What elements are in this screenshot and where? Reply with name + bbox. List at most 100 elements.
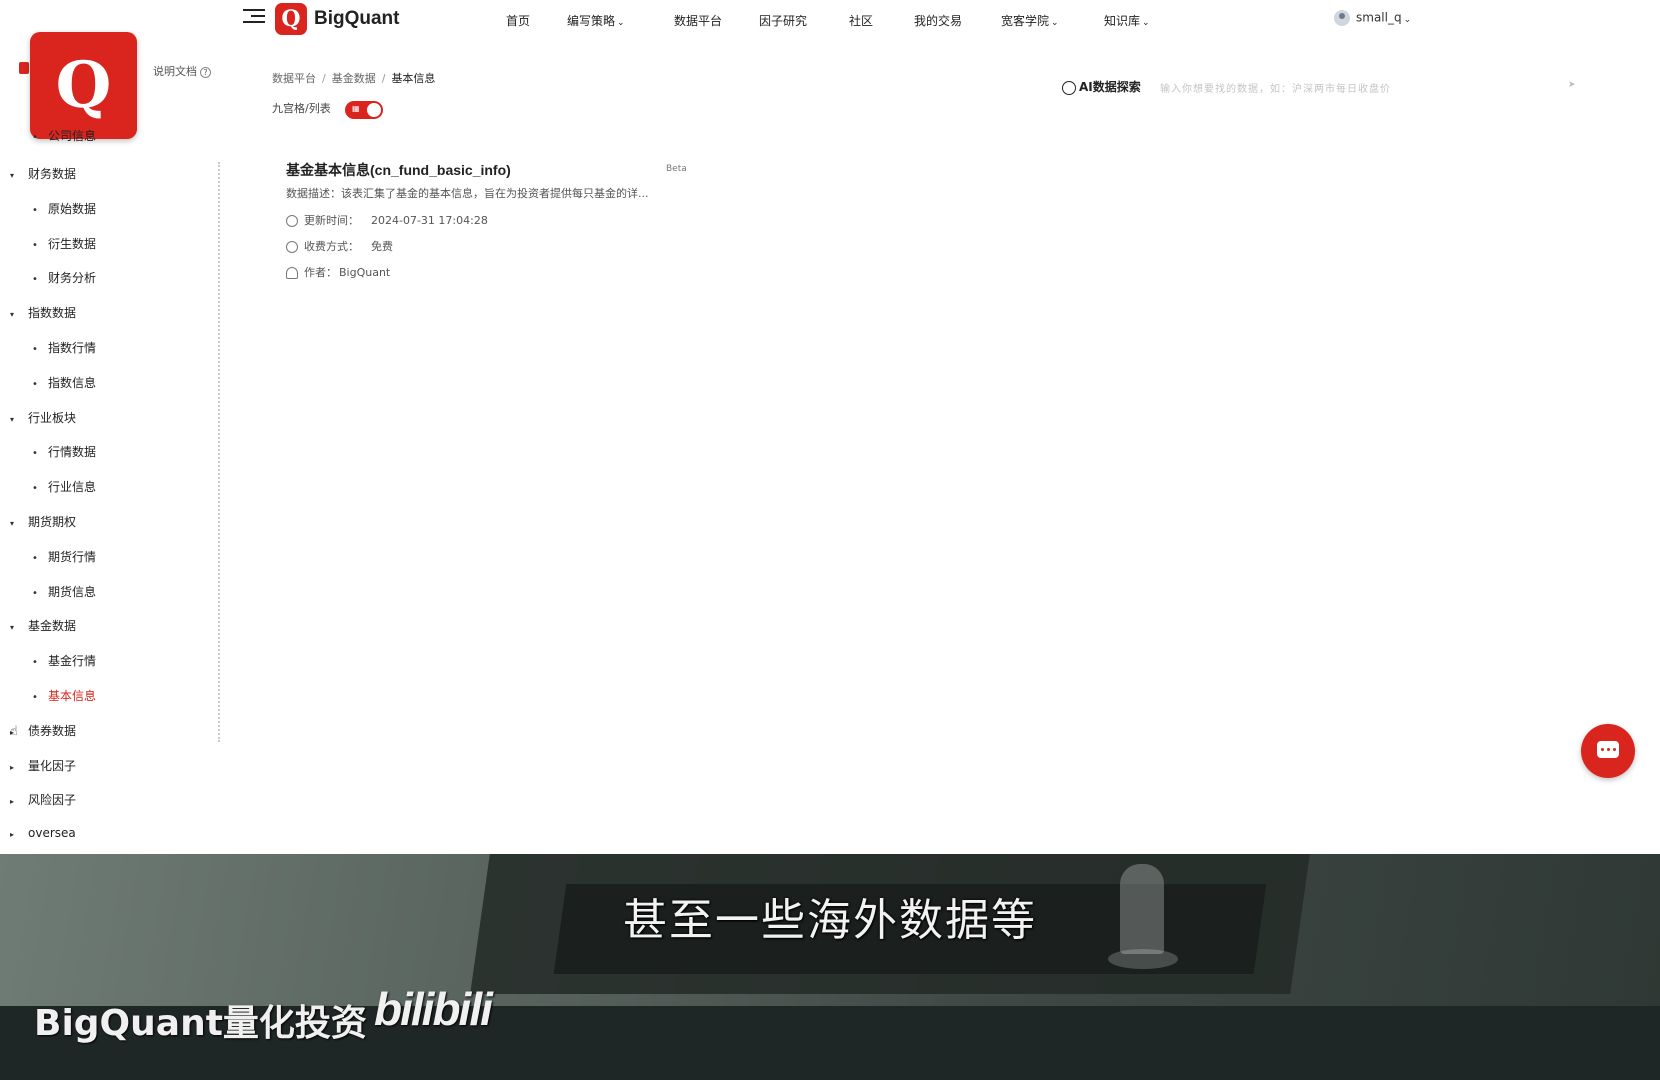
nav-item-label: 首页: [506, 14, 531, 28]
sidebar: • 公司信息 ▾ 财务数据 • 原始数据 • 衍生数据 • 财务分析 ▾ 指数数据 • 指数行情 • 指数信…: [0, 125, 220, 845]
breadcrumb-separator: /: [322, 72, 326, 85]
nav-item-6[interactable]: 宽客学院 ⌄: [1001, 12, 1059, 29]
sidebar-divider[interactable]: [218, 162, 220, 742]
sidebar-item-label: 基金行情: [48, 654, 97, 669]
bullet-icon: •: [32, 692, 38, 703]
user-menu[interactable]: small_q ⌄: [1334, 10, 1411, 26]
bullet-icon: •: [32, 483, 38, 495]
nav-item-1[interactable]: 编写策略 ⌄: [567, 12, 625, 29]
sidebar-item-16[interactable]: ▸ 债券数据: [10, 722, 76, 739]
sidebar-item-11[interactable]: • 期货行情: [32, 548, 96, 565]
sidebar-item-label: 公司信息: [48, 129, 97, 143]
price-icon: [286, 241, 298, 253]
sidebar-item-label: 期货信息: [48, 584, 97, 599]
caret-right-icon: ▸: [10, 762, 15, 772]
sidebar-item-label: 指数行情: [48, 341, 97, 355]
view-toggle-label: 九宫格/列表: [272, 102, 331, 115]
sidebar-item-6[interactable]: • 指数信息: [32, 374, 96, 391]
ai-explore-button[interactable]: AI数据探索: [1062, 78, 1141, 95]
sidebar-item-4[interactable]: ▾ 指数数据: [10, 304, 76, 321]
card-description: 数据描述：该表汇集了基金的基本信息，旨在为投资者提供每只基金的详...: [286, 187, 649, 200]
send-icon[interactable]: ➤: [1568, 80, 1576, 90]
nav-item-4[interactable]: 社区: [849, 12, 873, 29]
ai-robot-icon: [1062, 80, 1076, 95]
sidebar-item-9[interactable]: • 行业信息: [32, 478, 96, 495]
bullet-icon: •: [32, 378, 38, 390]
sidebar-item-19[interactable]: ▸ oversea: [10, 826, 76, 840]
sidebar-item-13[interactable]: ▾ 基金数据: [10, 617, 76, 634]
breadcrumb-item[interactable]: 数据平台: [272, 72, 316, 85]
sidebar-item-7[interactable]: ▾ 行业板块: [10, 409, 76, 426]
doc-link[interactable]: 说明文档?: [153, 63, 211, 79]
help-icon: ?: [200, 67, 211, 78]
sidebar-item-8[interactable]: • 行情数据: [32, 443, 96, 460]
bullet-icon: •: [32, 552, 38, 564]
fee-value: 免费: [371, 240, 393, 253]
sidebar-item-label: 期货期权: [28, 515, 77, 529]
switch-knob: [367, 103, 381, 117]
chevron-down-icon: ⌄: [617, 18, 625, 28]
nav-item-5[interactable]: 我的交易: [914, 12, 962, 29]
sidebar-item-17[interactable]: ▸ 量化因子: [10, 757, 76, 774]
view-toggle-switch[interactable]: ▦: [345, 101, 383, 119]
sidebar-item-10[interactable]: ▾ 期货期权: [10, 513, 76, 530]
sidebar-item-15[interactable]: • 基本信息: [32, 687, 96, 704]
sidebar-item-0[interactable]: ▾ 财务数据: [10, 165, 76, 182]
nav-item-3[interactable]: 因子研究: [759, 12, 807, 29]
breadcrumb-separator: /: [381, 72, 386, 85]
caret-down-icon: ▾: [10, 310, 15, 320]
beta-badge: Beta: [666, 164, 687, 174]
sidebar-item-label: 指数信息: [48, 375, 97, 390]
sidebar-item-label: 基金数据: [28, 619, 77, 634]
bullet-icon: •: [32, 132, 38, 143]
bigquant-logo-overlay: Q: [30, 32, 137, 139]
sidebar-item-5[interactable]: • 指数行情: [32, 339, 96, 356]
caret-right-icon: ▸: [10, 830, 15, 840]
caret-right-icon: ▸: [10, 797, 15, 807]
sidebar-item-company-info[interactable]: • 公司信息: [32, 127, 96, 144]
sidebar-item-3[interactable]: • 财务分析: [32, 269, 96, 286]
nav-item-label: 知识库: [1104, 14, 1141, 28]
sidebar-item-label: 期货行情: [48, 549, 97, 564]
sidebar-item-label: 量化因子: [28, 758, 77, 773]
breadcrumb-item: 基本信息: [391, 72, 436, 85]
doc-link-label: 说明文档: [153, 65, 197, 78]
hand-cursor-icon: ☝: [10, 724, 18, 739]
sidebar-item-label: 原始数据: [48, 201, 97, 216]
sidebar-item-label: 风险因子: [28, 793, 77, 808]
nav-item-7[interactable]: 知识库 ⌄: [1104, 12, 1150, 29]
chevron-down-icon: ⌄: [1142, 18, 1150, 28]
sidebar-item-12[interactable]: • 期货信息: [32, 583, 96, 600]
bullet-icon: •: [32, 239, 38, 251]
sidebar-item-label: 债券数据: [28, 723, 77, 738]
sidebar-item-label: 行业信息: [48, 480, 97, 495]
sidebar-item-14[interactable]: • 基金行情: [32, 652, 96, 669]
fee-label: 收费方式：: [304, 240, 359, 253]
sidebar-item-18[interactable]: ▸ 风险因子: [10, 791, 76, 808]
channel-watermark: BigQuant量化投资: [34, 1003, 367, 1044]
sidebar-item-label: 行情数据: [48, 445, 97, 460]
sidebar-item-label: 基本信息: [48, 689, 97, 703]
dataset-card[interactable]: 基金基本信息(cn_fund_basic_info) Beta 数据描述：该表汇…: [284, 154, 694, 294]
nav-item-2[interactable]: 数据平台: [674, 12, 722, 29]
ai-explore-label: AI数据探索: [1079, 80, 1141, 94]
nav-item-0[interactable]: 首页: [506, 12, 530, 29]
card-fee: 收费方式： 免费: [286, 238, 393, 254]
breadcrumb-item[interactable]: 基金数据: [332, 72, 376, 85]
bullet-icon: •: [32, 448, 38, 460]
breadcrumb: 数据平台 / 基金数据 / 基本信息: [272, 70, 435, 86]
ai-search-input[interactable]: 输入你想要找的数据，如：沪深两市每日收盘价: [1160, 80, 1391, 95]
sidebar-item-1[interactable]: • 原始数据: [32, 200, 96, 217]
caret-down-icon: ▾: [10, 414, 15, 424]
chevron-down-icon: ⌄: [1403, 14, 1412, 25]
nav-item-label: 数据平台: [674, 14, 723, 28]
bullet-icon: •: [32, 204, 38, 216]
sidebar-item-label: 行业板块: [28, 410, 77, 425]
sidebar-item-label: 财务数据: [28, 167, 77, 181]
author-value: BigQuant: [339, 266, 391, 279]
chat-support-button[interactable]: [1581, 724, 1635, 778]
refresh-icon: [286, 215, 298, 227]
card-title[interactable]: 基金基本信息(cn_fund_basic_info): [286, 160, 511, 180]
sidebar-item-2[interactable]: • 衍生数据: [32, 235, 96, 252]
video-subtitle: 甚至一些海外数据等: [623, 895, 1037, 946]
